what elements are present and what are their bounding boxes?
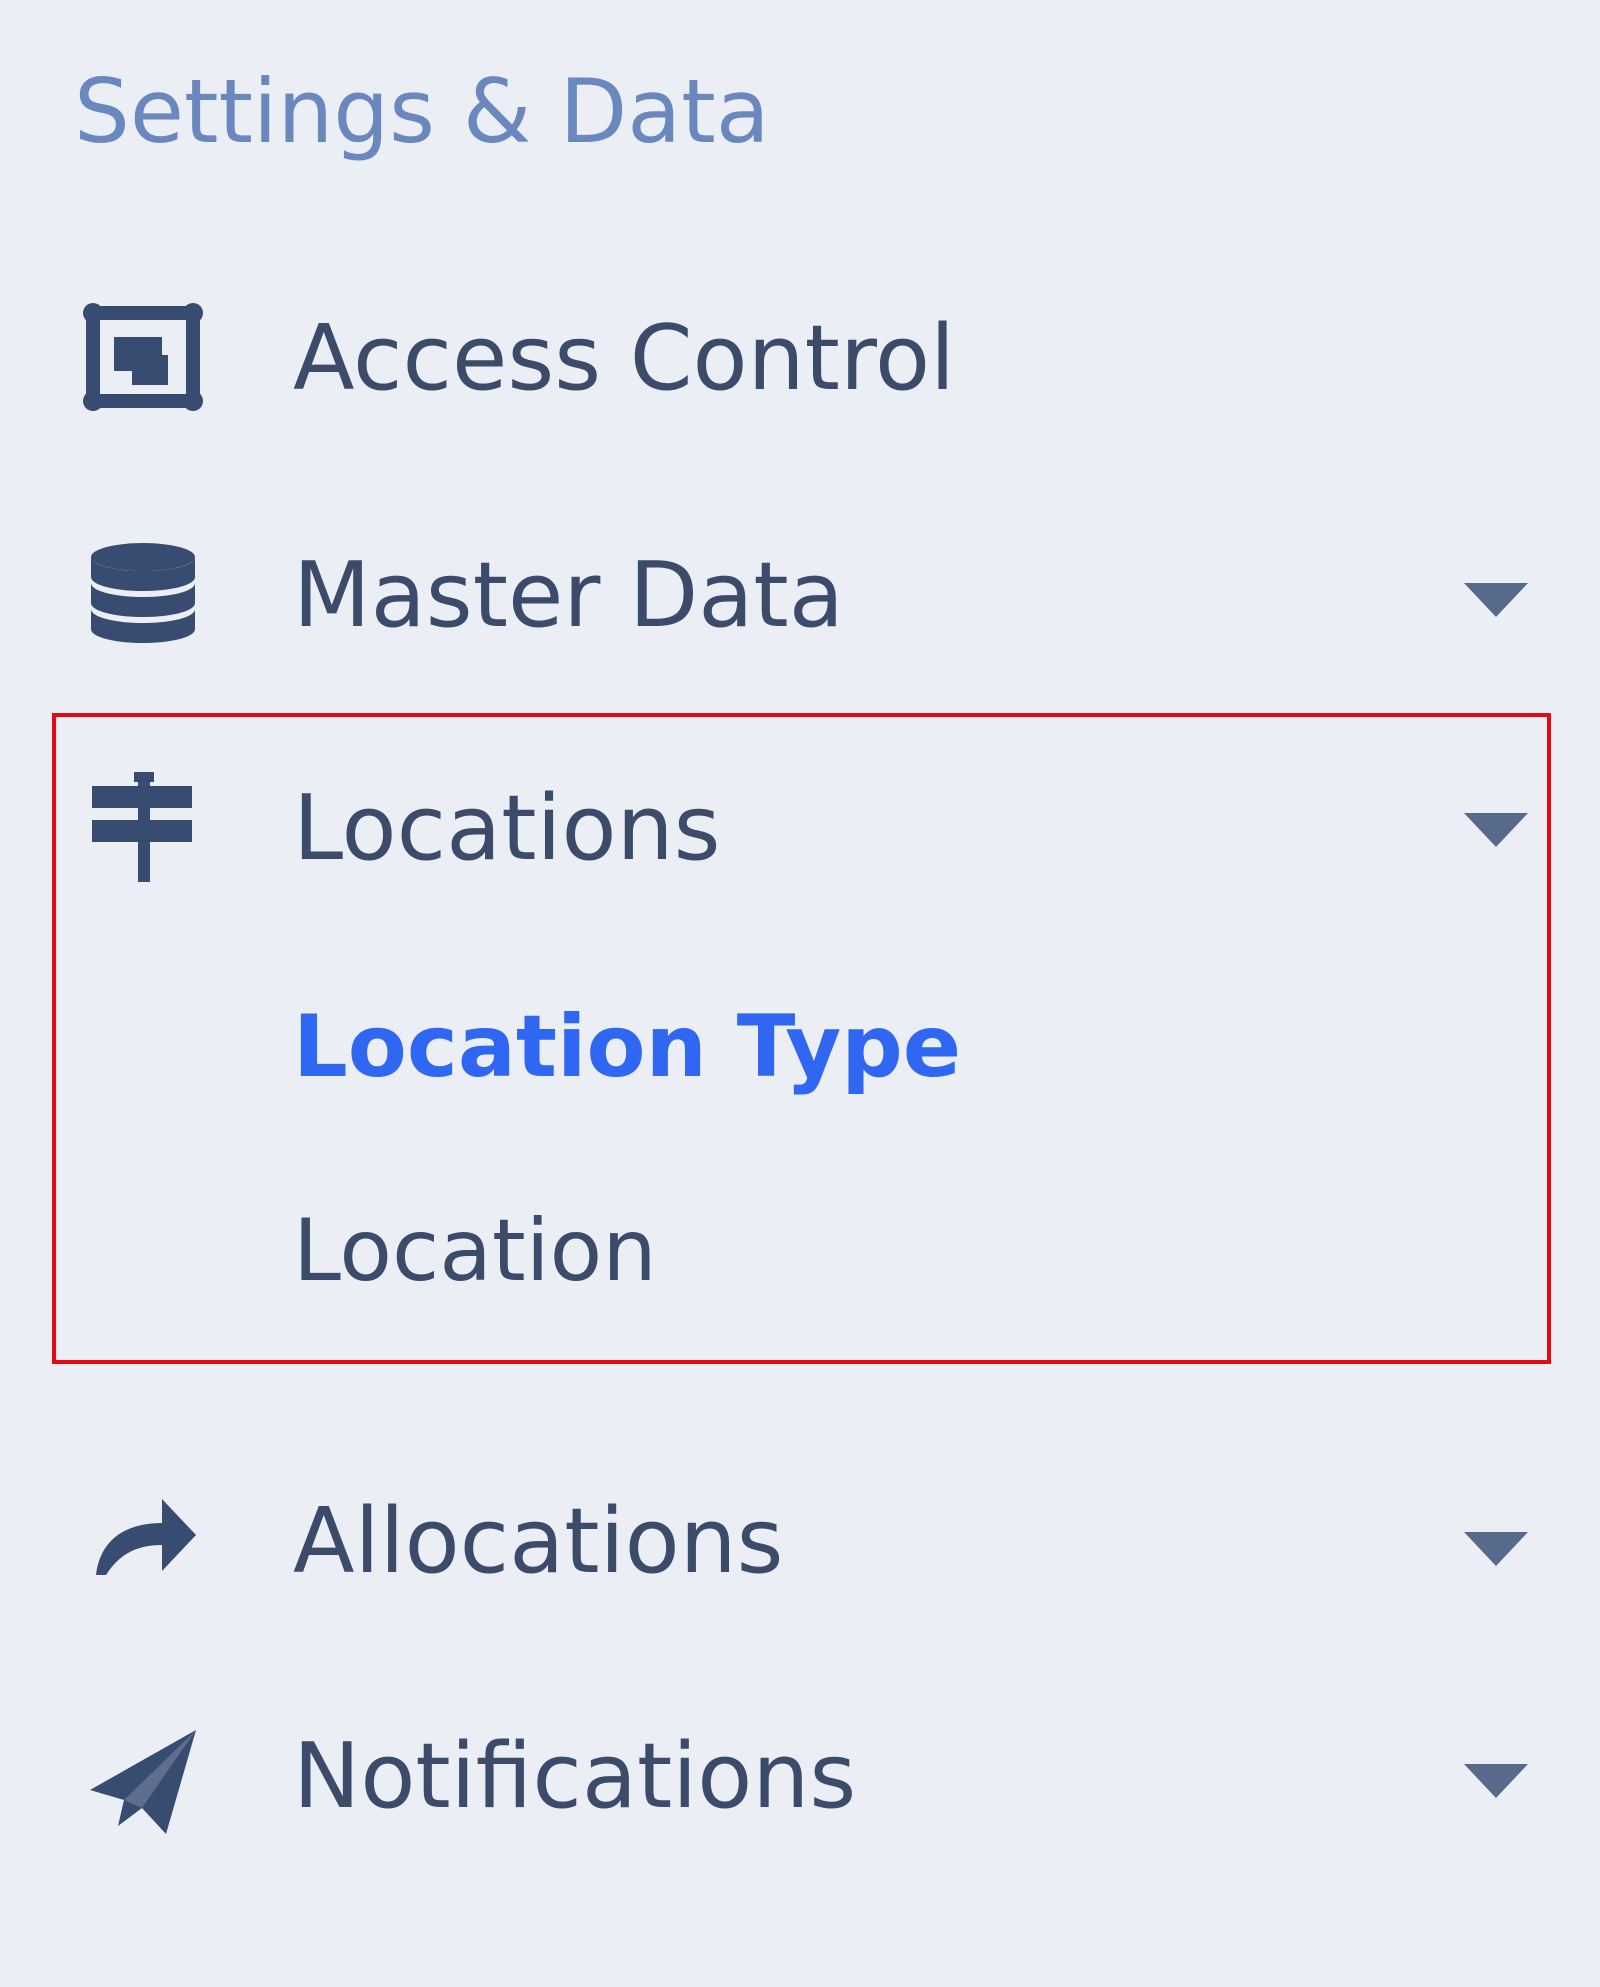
sidebar-item-allocations[interactable]: Allocations [0, 1462, 1600, 1632]
sidebar-item-label: Access Control [293, 306, 956, 411]
submenu-item-location-type[interactable]: Location Type [293, 1004, 961, 1090]
chevron-down-icon[interactable] [1464, 813, 1528, 847]
share-arrow-icon [78, 1481, 208, 1611]
paper-plane-icon [78, 1716, 208, 1846]
sidebar-item-label: Allocations [293, 1489, 784, 1594]
sidebar-item-label: Master Data [293, 543, 844, 648]
sidebar-item-label: Notifications [293, 1724, 857, 1829]
chevron-down-icon[interactable] [1464, 1764, 1528, 1798]
access-control-icon [78, 295, 208, 425]
section-title: Settings & Data [74, 60, 770, 163]
sidebar-item-locations[interactable]: Locations [0, 750, 1600, 920]
signpost-icon [78, 764, 208, 894]
sidebar-item-master-data[interactable]: Master Data [0, 515, 1600, 685]
chevron-down-icon[interactable] [1464, 583, 1528, 617]
settings-sidebar: Settings & Data Access Control Master Da… [0, 0, 1600, 1987]
sidebar-item-access-control[interactable]: Access Control [0, 280, 1600, 450]
sidebar-item-notifications[interactable]: Notifications [0, 1696, 1600, 1866]
chevron-down-icon[interactable] [1464, 1532, 1528, 1566]
sidebar-item-label: Locations [293, 776, 721, 881]
database-icon [78, 533, 208, 663]
submenu-item-location[interactable]: Location [293, 1208, 657, 1294]
